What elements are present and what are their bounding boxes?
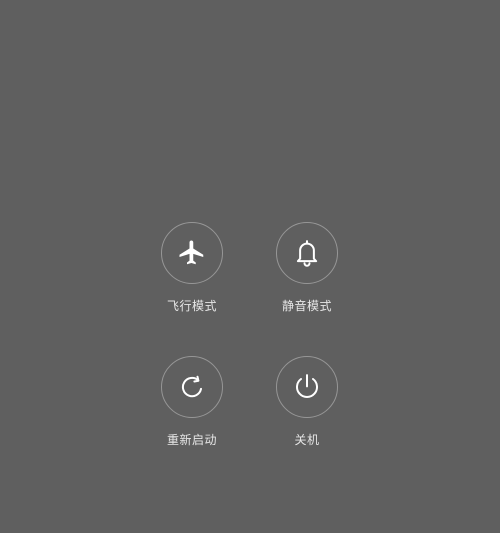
power-off-button[interactable] [276, 356, 338, 418]
option-restart[interactable]: 重新启动 [142, 356, 242, 452]
airplane-icon [177, 238, 207, 268]
power-icon [292, 372, 322, 402]
airplane-mode-button[interactable] [161, 222, 223, 284]
option-label: 飞行模式 [166, 299, 217, 313]
option-airplane-mode[interactable]: 飞行模式 [142, 222, 242, 318]
option-label: 静音模式 [281, 299, 332, 313]
silent-mode-button[interactable] [276, 222, 338, 284]
screen: 飞行模式 静音模式 重新启动 关机 [0, 0, 500, 533]
power-menu: 飞行模式 静音模式 重新启动 关机 [0, 0, 500, 533]
restart-button[interactable] [161, 356, 223, 418]
option-label: 重新启动 [166, 433, 217, 447]
restart-icon [177, 372, 207, 402]
bell-icon [292, 238, 322, 268]
option-power-off[interactable]: 关机 [257, 356, 357, 452]
option-silent-mode[interactable]: 静音模式 [257, 222, 357, 318]
option-label: 关机 [294, 433, 320, 447]
